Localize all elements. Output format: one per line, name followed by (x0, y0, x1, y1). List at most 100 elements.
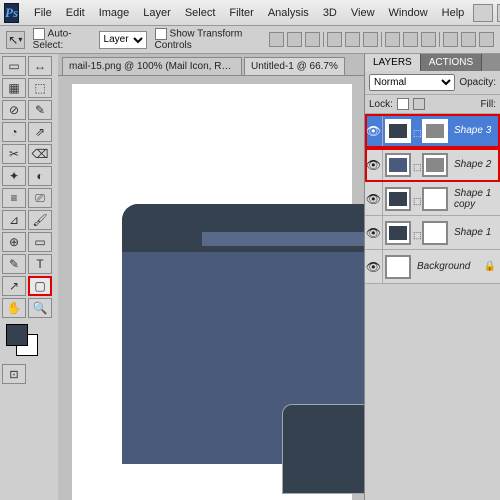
menu-layer[interactable]: Layer (136, 4, 178, 22)
visibility-toggle-icon[interactable]: 👁 (365, 148, 383, 181)
options-bar: ↖▾ Auto-Select: Layer Show Transform Con… (0, 26, 500, 54)
layer-thumbs (383, 253, 413, 281)
panel-tab-actions[interactable]: ACTIONS (421, 54, 482, 71)
lock-transparency-icon[interactable] (397, 98, 409, 110)
tool-19[interactable]: T (28, 254, 52, 274)
auto-select-checkbox[interactable]: Auto-Select: (33, 28, 91, 51)
fill-label: Fill: (480, 99, 496, 110)
shape-rect-selected (282, 404, 364, 494)
layer-name[interactable]: Shape 1 copy (450, 188, 500, 210)
dist-icon[interactable] (461, 32, 476, 47)
tool-14[interactable]: ⊿ (2, 210, 26, 230)
tool-20[interactable]: ↗ (2, 276, 26, 296)
layer-row[interactable]: 👁 ⬚ Shape 1 copy (365, 182, 500, 216)
visibility-toggle-icon[interactable]: 👁 (365, 114, 383, 147)
align-icons (269, 32, 494, 47)
menu-image[interactable]: Image (92, 4, 137, 22)
blend-mode-select[interactable]: Normal (369, 74, 455, 91)
align-icon[interactable] (345, 32, 360, 47)
tool-9[interactable]: ⌫ (28, 144, 52, 164)
visibility-toggle-icon[interactable]: 👁 (365, 250, 383, 283)
dist-icon[interactable] (479, 32, 494, 47)
canvas-area[interactable] (58, 76, 364, 500)
layer-thumb[interactable] (385, 255, 411, 279)
layer-thumb[interactable] (385, 153, 411, 177)
layer-link-icon[interactable]: ⬚ (413, 224, 420, 241)
dist-icon[interactable] (421, 32, 436, 47)
layer-row[interactable]: 👁 ⬚ Shape 3 (365, 114, 500, 148)
auto-select-target[interactable]: Layer (99, 31, 147, 49)
tool-3[interactable]: ⬚ (28, 78, 52, 98)
menu-analysis[interactable]: Analysis (261, 4, 316, 22)
menu-help[interactable]: Help (435, 4, 472, 22)
visibility-toggle-icon[interactable]: 👁 (365, 216, 383, 249)
menu-window[interactable]: Window (382, 4, 435, 22)
align-icon[interactable] (287, 32, 302, 47)
layer-link-icon[interactable]: ⬚ (413, 190, 420, 207)
mask-thumb[interactable] (422, 119, 448, 143)
opacity-label: Opacity: (459, 77, 496, 88)
dist-icon[interactable] (403, 32, 418, 47)
tool-17[interactable]: ▭ (28, 232, 52, 252)
layer-name[interactable]: Shape 1 (450, 227, 500, 238)
layer-thumbs: ⬚ (383, 185, 450, 213)
tool-0[interactable]: ▭ (2, 56, 26, 76)
quickmask-icon[interactable]: ⊡ (2, 364, 26, 384)
layer-thumb[interactable] (385, 187, 411, 211)
move-tool-icon[interactable]: ↖▾ (6, 31, 25, 49)
tool-22[interactable]: ✋ (2, 298, 26, 318)
mask-thumb[interactable] (422, 187, 448, 211)
tool-1[interactable]: ↔ (28, 56, 52, 76)
tool-6[interactable]: ◔ (2, 122, 26, 142)
tool-10[interactable]: ✦ (2, 166, 26, 186)
lock-label: Lock: (369, 99, 393, 110)
layer-name[interactable]: Background (413, 261, 484, 272)
mask-thumb[interactable] (422, 221, 448, 245)
layer-row[interactable]: 👁 ⬚ Shape 2 (365, 148, 500, 182)
layer-row[interactable]: 👁Background🔒 (365, 250, 500, 284)
app-logo: Ps (4, 3, 19, 23)
panel-tab-layers[interactable]: LAYERS (365, 54, 421, 71)
lock-pixels-icon[interactable] (413, 98, 425, 110)
tool-12[interactable]: ≡ (2, 188, 26, 208)
align-icon[interactable] (363, 32, 378, 47)
layer-row[interactable]: 👁 ⬚ Shape 1 (365, 216, 500, 250)
tool-7[interactable]: ⇗ (28, 122, 52, 142)
bridge-icon[interactable] (473, 4, 493, 22)
tool-21[interactable]: ▢ (28, 276, 52, 296)
tool-11[interactable]: ◐ (28, 166, 52, 186)
tool-15[interactable]: 🖌 (28, 210, 52, 230)
dist-icon[interactable] (443, 32, 458, 47)
doc-tab[interactable]: mail-15.png @ 100% (Mail Icon, RGB/8) * (62, 57, 242, 75)
color-swatches[interactable] (6, 324, 46, 354)
menubar: Ps FileEditImageLayerSelectFilterAnalysi… (0, 0, 500, 26)
layer-thumb[interactable] (385, 221, 411, 245)
layer-link-icon[interactable]: ⬚ (413, 156, 420, 173)
tool-16[interactable]: ⊕ (2, 232, 26, 252)
menu-view[interactable]: View (344, 4, 382, 22)
tool-18[interactable]: ✎ (2, 254, 26, 274)
align-icon[interactable] (305, 32, 320, 47)
tool-2[interactable]: ▦ (2, 78, 26, 98)
align-icon[interactable] (269, 32, 284, 47)
align-icon[interactable] (327, 32, 342, 47)
tool-5[interactable]: ✎ (28, 100, 52, 120)
menu-3d[interactable]: 3D (316, 4, 344, 22)
layer-thumb[interactable] (385, 119, 411, 143)
doc-tab[interactable]: Untitled-1 @ 66.7% (244, 57, 345, 75)
layer-link-icon[interactable]: ⬚ (413, 122, 420, 139)
layer-name[interactable]: Shape 3 (450, 125, 500, 136)
tool-8[interactable]: ✂ (2, 144, 26, 164)
menu-filter[interactable]: Filter (222, 4, 260, 22)
visibility-toggle-icon[interactable]: 👁 (365, 182, 383, 215)
show-transform-checkbox[interactable]: Show Transform Controls (155, 28, 261, 51)
dist-icon[interactable] (385, 32, 400, 47)
mask-thumb[interactable] (422, 153, 448, 177)
tool-4[interactable]: ⊘ (2, 100, 26, 120)
tool-23[interactable]: 🔍 (28, 298, 52, 318)
layer-name[interactable]: Shape 2 (450, 159, 500, 170)
menu-select[interactable]: Select (178, 4, 223, 22)
menu-file[interactable]: File (27, 4, 59, 22)
tool-13[interactable]: ⎚ (28, 188, 52, 208)
menu-edit[interactable]: Edit (59, 4, 92, 22)
